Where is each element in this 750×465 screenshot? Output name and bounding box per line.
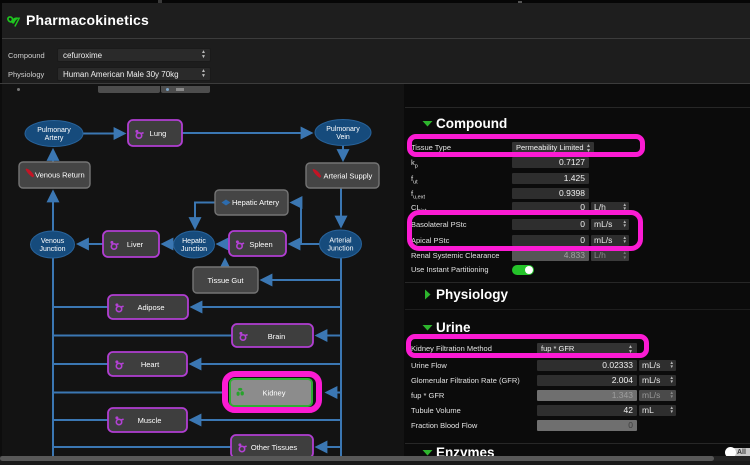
svg-text:Venous Return: Venous Return [35, 171, 85, 180]
svg-text:Spleen: Spleen [249, 240, 272, 249]
svg-text:Adipose: Adipose [137, 303, 164, 312]
svg-text:Pulmonary: Pulmonary [326, 126, 360, 133]
svg-text:Venous: Venous [41, 238, 65, 245]
svg-text:Vein: Vein [336, 134, 350, 141]
svg-text:Arterial: Arterial [329, 238, 352, 245]
svg-text:Liver: Liver [127, 240, 144, 249]
svg-text:Brain: Brain [268, 332, 286, 341]
svg-text:Hepatic: Hepatic [182, 238, 206, 245]
svg-text:Junction: Junction [39, 246, 65, 253]
svg-text:Junction: Junction [181, 246, 207, 253]
svg-text:Pulmonary: Pulmonary [37, 127, 71, 134]
svg-text:Other Tissues: Other Tissues [251, 443, 298, 452]
svg-text:Junction: Junction [327, 246, 353, 253]
svg-text:Arterial Supply: Arterial Supply [324, 172, 373, 181]
svg-text:Lung: Lung [150, 129, 167, 138]
svg-text:Artery: Artery [45, 135, 64, 142]
svg-text:Tissue Gut: Tissue Gut [208, 276, 245, 285]
svg-text:Heart: Heart [141, 360, 160, 369]
svg-text:Hepatic Artery: Hepatic Artery [232, 198, 279, 207]
svg-text:Muscle: Muscle [138, 416, 162, 425]
